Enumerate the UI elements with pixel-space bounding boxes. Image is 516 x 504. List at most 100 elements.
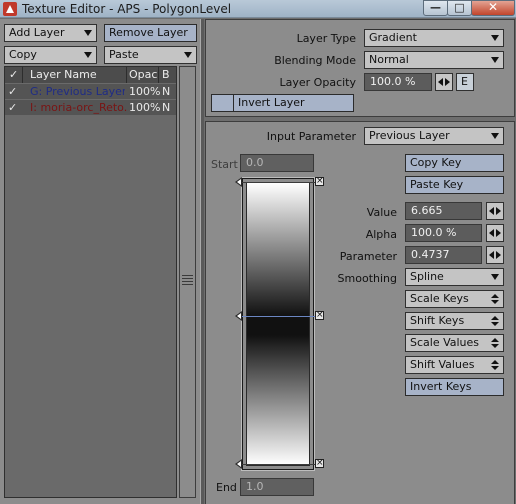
value-adjust-arrows-icon[interactable] — [486, 202, 504, 220]
gradient-key-line[interactable] — [238, 182, 318, 183]
copy-dropdown[interactable]: Copy — [4, 46, 97, 64]
paste-key-button[interactable]: Paste Key — [405, 176, 504, 194]
shift-keys-control[interactable]: Shift Keys — [405, 312, 504, 330]
value-field[interactable]: 6.665 — [405, 202, 482, 220]
layer-type-value: Gradient — [369, 31, 417, 44]
layer-list[interactable]: ✓ Layer Name Opac B ✓ G: Previous Layer … — [4, 66, 177, 498]
chevron-down-icon — [491, 57, 499, 63]
gradient-key-line[interactable] — [238, 464, 318, 465]
chevron-down-icon — [84, 30, 92, 36]
gradient-key-handle-icon[interactable] — [235, 459, 242, 469]
layer-enabled-checkbox[interactable]: ✓ — [8, 101, 17, 114]
layer-type-label: Layer Type — [296, 32, 356, 45]
gradient-key-handle-icon[interactable] — [235, 177, 242, 187]
chevron-down-icon — [491, 35, 499, 41]
toggle-box-icon — [212, 95, 234, 111]
layer-opacity: 100% — [129, 85, 161, 98]
up-down-arrows-icon — [491, 360, 499, 371]
parameter-field[interactable]: 0.4737 — [405, 246, 482, 264]
scale-keys-control[interactable]: Scale Keys — [405, 290, 504, 308]
gradient-preview — [246, 182, 310, 466]
invert-keys-button[interactable]: Invert Keys — [405, 378, 504, 396]
title-bar[interactable]: Texture Editor - APS - PolygonLevel — □ … — [0, 0, 516, 18]
layer-row[interactable]: ✓ G: Previous Layer 100% N — [5, 84, 176, 99]
end-label: End — [216, 481, 237, 494]
alpha-adjust-arrows-icon[interactable] — [486, 224, 504, 242]
chevron-down-icon — [491, 274, 499, 280]
add-layer-label: Add Layer — [9, 26, 65, 39]
up-down-arrows-icon — [491, 338, 499, 349]
paste-dropdown[interactable]: Paste — [104, 46, 197, 64]
window-title: Texture Editor - APS - PolygonLevel — [22, 2, 232, 16]
layer-opacity-field[interactable]: 100.0 % — [364, 73, 432, 91]
blending-mode-dropdown[interactable]: Normal — [364, 51, 504, 69]
layer-blend: N — [162, 85, 171, 98]
delete-key-icon[interactable]: × — [315, 177, 324, 186]
panel-splitter[interactable] — [200, 19, 204, 504]
layer-type-dropdown[interactable]: Gradient — [364, 29, 504, 47]
envelope-button[interactable]: E — [456, 73, 474, 91]
parameter-adjust-arrows-icon[interactable] — [486, 246, 504, 264]
start-field[interactable]: 0.0 — [240, 154, 314, 172]
value-label: Value — [366, 206, 397, 219]
up-down-arrows-icon — [491, 294, 499, 305]
layer-opacity-label: Layer Opacity — [279, 76, 356, 89]
blending-mode-value: Normal — [369, 53, 409, 66]
layer-enabled-checkbox[interactable]: ✓ — [8, 85, 17, 98]
delete-key-icon[interactable]: × — [315, 459, 324, 468]
gradient-key-handle-icon[interactable] — [235, 310, 242, 321]
column-header-opacity[interactable]: Opac — [129, 68, 157, 81]
app-logo-icon — [3, 2, 17, 16]
layer-panel: Add Layer Remove Layer Copy Paste ✓ Laye… — [0, 19, 203, 504]
chevron-down-icon — [491, 133, 499, 139]
gradient-panel: Input Parameter Previous Layer Start 0.0… — [205, 121, 515, 504]
layer-properties-panel: Layer Type Gradient Blending Mode Normal… — [205, 19, 515, 117]
shift-keys-label: Shift Keys — [410, 314, 465, 327]
layer-list-scrollbar[interactable] — [179, 66, 196, 498]
alpha-field[interactable]: 100.0 % — [405, 224, 482, 242]
input-parameter-label: Input Parameter — [266, 130, 356, 143]
shift-values-control[interactable]: Shift Values — [405, 356, 504, 374]
up-down-arrows-icon — [491, 316, 499, 327]
close-button[interactable]: ✕ — [471, 0, 515, 16]
layer-row[interactable]: ✓ I: moria-orc_Reto... 100% N — [5, 100, 176, 115]
smoothing-label: Smoothing — [337, 272, 397, 285]
input-parameter-dropdown[interactable]: Previous Layer — [364, 127, 504, 145]
gradient-bar[interactable]: × × × — [235, 177, 324, 471]
add-layer-dropdown[interactable]: Add Layer — [4, 24, 97, 42]
scale-keys-label: Scale Keys — [410, 292, 469, 305]
smoothing-dropdown[interactable]: Spline — [405, 268, 504, 286]
column-header-name[interactable]: Layer Name — [30, 68, 97, 81]
gradient-key-line[interactable] — [238, 315, 318, 317]
layer-blend: N — [162, 101, 171, 114]
layer-list-header: ✓ Layer Name Opac B — [5, 67, 176, 83]
paste-label: Paste — [109, 48, 139, 61]
copy-label: Copy — [9, 48, 37, 61]
start-label: Start — [211, 158, 238, 171]
column-header-blend[interactable]: B — [162, 68, 170, 81]
shift-values-label: Shift Values — [410, 358, 475, 371]
layer-opacity: 100% — [129, 101, 161, 114]
layer-name: I: moria-orc_Reto... — [30, 101, 127, 114]
end-field[interactable]: 1.0 — [240, 478, 314, 496]
delete-key-icon[interactable]: × — [315, 310, 324, 320]
chevron-down-icon — [184, 52, 192, 58]
invert-layer-label: Invert Layer — [238, 96, 305, 109]
checkmark-icon: ✓ — [9, 68, 19, 81]
smoothing-value: Spline — [410, 270, 444, 283]
input-parameter-value: Previous Layer — [369, 129, 450, 142]
parameter-label: Parameter — [339, 250, 397, 263]
scale-values-control[interactable]: Scale Values — [405, 334, 504, 352]
invert-layer-toggle[interactable]: Invert Layer — [211, 94, 354, 112]
scale-values-label: Scale Values — [410, 336, 480, 349]
minimize-button[interactable]: — — [423, 0, 448, 16]
remove-layer-button[interactable]: Remove Layer — [104, 24, 197, 42]
opacity-adjust-arrows-icon[interactable] — [435, 73, 453, 91]
blending-mode-label: Blending Mode — [274, 54, 356, 67]
alpha-label: Alpha — [365, 228, 397, 241]
scrollbar-grip-icon[interactable] — [182, 273, 193, 289]
chevron-down-icon — [84, 52, 92, 58]
maximize-button[interactable]: □ — [447, 0, 472, 16]
copy-key-button[interactable]: Copy Key — [405, 154, 504, 172]
layer-name: G: Previous Layer — [30, 85, 125, 98]
